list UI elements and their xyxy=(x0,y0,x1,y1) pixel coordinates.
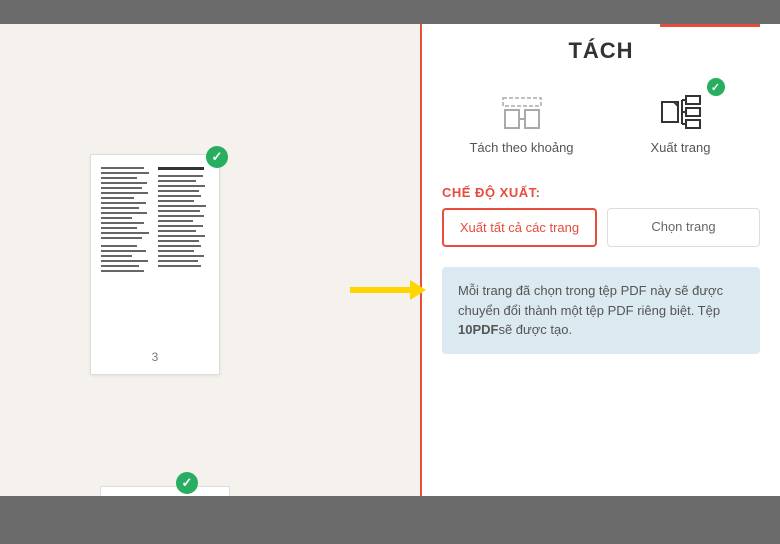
info-text-bold: 10PDF xyxy=(458,322,498,337)
mode-row: Tách theo khoảng xyxy=(422,82,780,175)
extract-pages-icon xyxy=(605,90,756,134)
export-mode-label: CHẾ ĐỘ XUẤT: xyxy=(422,175,780,208)
check-icon xyxy=(176,472,198,494)
panel-title: TÁCH xyxy=(422,24,780,82)
page-thumbnail-next[interactable] xyxy=(100,486,230,496)
mode-extract-pages[interactable]: Xuất trang xyxy=(601,82,760,163)
check-icon xyxy=(707,78,725,96)
check-icon xyxy=(206,146,228,168)
window-bottom-bar xyxy=(0,496,780,520)
info-text-suffix: sẽ được tạo. xyxy=(498,322,572,337)
export-all-pages-button[interactable]: Xuất tất cả các trang xyxy=(442,208,597,247)
page-number-label: 3 xyxy=(95,344,215,370)
mode-split-range[interactable]: Tách theo khoảng xyxy=(442,82,601,163)
info-box: Mỗi trang đã chọn trong tệp PDF này sẽ đ… xyxy=(442,267,760,354)
window-top-bar xyxy=(0,0,780,24)
mode-label: Xuất trang xyxy=(605,140,756,155)
highlight-arrow-icon xyxy=(350,287,412,293)
mode-label: Tách theo khoảng xyxy=(446,140,597,155)
info-text-prefix: Mỗi trang đã chọn trong tệp PDF này sẽ đ… xyxy=(458,283,723,318)
split-range-icon xyxy=(446,90,597,134)
split-panel: TÁCH Tách theo khoảng xyxy=(420,24,780,496)
thumbnails-pane: 3 xyxy=(0,24,420,496)
select-pages-button[interactable]: Chọn trang xyxy=(607,208,760,247)
export-mode-row: Xuất tất cả các trang Chọn trang xyxy=(422,208,780,261)
active-tab-indicator xyxy=(660,24,760,27)
app-container: 3 TÁCH Tách theo khoảng xyxy=(0,24,780,496)
page-thumbnail-3[interactable]: 3 xyxy=(90,154,220,375)
